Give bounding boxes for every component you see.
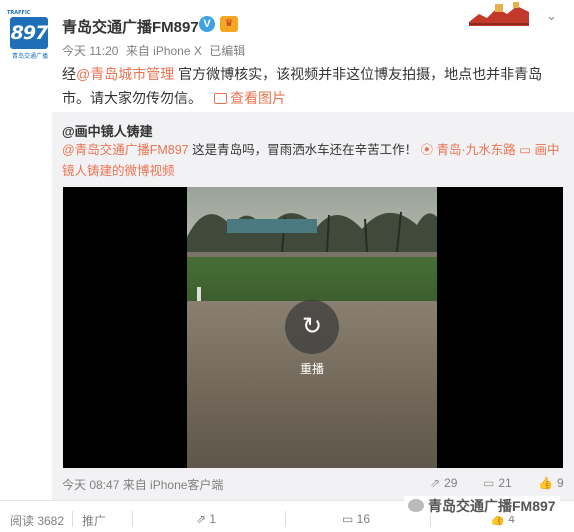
comment-icon: ▭ — [483, 476, 495, 490]
forward-button[interactable]: ⇗ 1 — [196, 512, 216, 526]
author-name[interactable]: 青岛交通广播FM897 — [62, 16, 199, 37]
post-source: 来自 iPhone X — [125, 44, 202, 58]
more-options-chevron-icon[interactable]: ⌄ — [546, 8, 557, 24]
repost-comment-count: 21 — [498, 476, 512, 490]
post-prefix: 经 — [62, 66, 76, 82]
repost-mention-link[interactable]: @青岛交通广播FM897 — [62, 143, 189, 157]
repost-forward-count: 29 — [444, 476, 458, 490]
forward-icon: ⇗ — [430, 476, 441, 490]
replay-label[interactable]: 重播 — [287, 360, 337, 377]
repost-source: 来自 iPhone客户端 — [122, 478, 224, 492]
repost-author[interactable]: @画中镜人铸建 — [62, 121, 153, 140]
avatar-logo: 897 — [10, 17, 48, 49]
mention-link[interactable]: @青岛城市管理 — [76, 66, 174, 82]
forward-count: 1 — [209, 512, 217, 526]
avatar-tag: TRAFFIC — [7, 10, 31, 16]
repost-time-source: 今天 08:47 来自 iPhone客户端 — [62, 476, 223, 493]
forward-icon: ⇗ — [196, 512, 210, 526]
watermark-text: 青岛交通广播FM897 — [428, 498, 556, 514]
post-body: 经@青岛城市管理 官方微博核实，该视频并非这位博友拍摄，地点也并非青岛市。请大家… — [62, 62, 552, 110]
video-player[interactable]: ↻ 重播 — [63, 187, 563, 468]
repost-text: @青岛交通广播FM897 这是青岛吗，冒雨洒水车还在辛苦工作！ ⦿ 青岛·九水东… — [62, 140, 567, 182]
avatar-subtitle: 青岛交通广播 — [11, 54, 48, 60]
view-picture-label: 查看图片 — [230, 90, 286, 106]
picture-icon — [214, 93, 227, 104]
wechat-icon — [408, 499, 424, 512]
view-count: 阅读 3682 — [10, 514, 65, 528]
repost-like-count: 9 — [556, 476, 564, 490]
edited-label[interactable]: 已编辑 — [209, 44, 245, 58]
bus-scenery — [227, 219, 317, 233]
comment-count: 16 — [356, 512, 371, 526]
location-pin-icon: ⦿ — [420, 143, 437, 157]
comment-icon: ▭ — [342, 512, 357, 526]
great-wall-decoration-icon — [465, 0, 533, 32]
repost-like-button[interactable]: 👍 9 — [538, 476, 564, 490]
repost-body: 这是青岛吗，冒雨洒水车还在辛苦工作！ — [188, 143, 418, 157]
replay-button-icon[interactable]: ↻ — [285, 300, 339, 354]
wechat-watermark: 青岛交通广播FM897 — [404, 496, 560, 516]
location-link[interactable]: ⦿ 青岛·九水东路 — [421, 143, 516, 157]
repost-time[interactable]: 今天 08:47 — [62, 478, 119, 492]
post-meta: 今天 11:20 来自 iPhone X 已编辑 — [62, 42, 249, 59]
verified-badge-icon: V — [199, 16, 215, 32]
reposted-weibo: @画中镜人铸建 @青岛交通广播FM897 这是青岛吗，冒雨洒水车还在辛苦工作！ … — [52, 112, 574, 532]
repost-comment-button[interactable]: ▭ 21 — [483, 476, 512, 490]
location-label: 青岛·九水东路 — [436, 143, 516, 157]
promote-button[interactable]: 推广 — [82, 512, 106, 529]
comment-button[interactable]: ▭ 16 — [342, 512, 370, 526]
post-time[interactable]: 今天 11:20 — [62, 44, 118, 58]
avatar[interactable]: TRAFFIC 897 青岛交通广播 — [7, 10, 53, 60]
repost-forward-button[interactable]: ⇗ 29 — [430, 476, 457, 490]
video-link-icon: ▭ — [519, 143, 535, 157]
like-icon: 👍 — [538, 476, 553, 490]
view-picture-link[interactable]: 查看图片 — [214, 90, 286, 106]
member-crown-icon: ♛ — [220, 16, 238, 32]
